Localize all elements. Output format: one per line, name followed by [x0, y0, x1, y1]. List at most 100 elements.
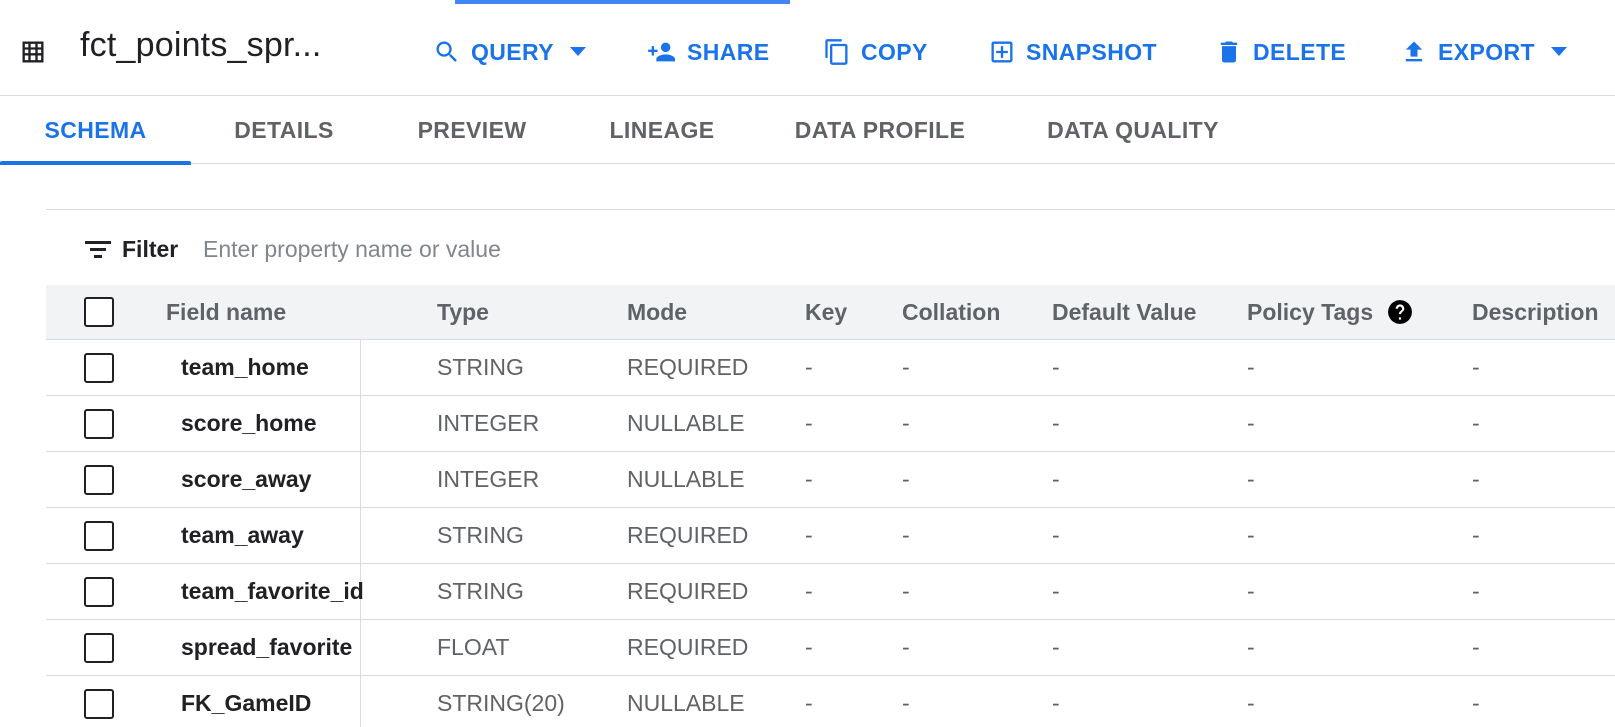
share-label: SHARE [687, 38, 770, 65]
query-label: QUERY [471, 38, 554, 65]
mode-cell: REQUIRED [627, 522, 749, 548]
copy-label: COPY [861, 38, 928, 65]
mode-cell: REQUIRED [627, 634, 749, 660]
tab-lineage[interactable]: LINEAGE [567, 96, 757, 164]
table-row: team_away STRING REQUIRED - - - - - [46, 508, 1615, 564]
column-header-type[interactable]: Type [437, 285, 489, 339]
filter-label: Filter [122, 235, 179, 262]
schema-table: Field name Type Mode Key Collation Defau… [46, 285, 1615, 727]
tab-data-quality[interactable]: DATA QUALITY [1003, 96, 1263, 164]
key-cell: - [805, 410, 813, 436]
table-row: FK_GameID STRING(20) NULLABLE - - - - - [46, 676, 1615, 727]
default-value-cell: - [1052, 578, 1060, 604]
table-row: spread_favorite FLOAT REQUIRED - - - - - [46, 620, 1615, 676]
type-cell: STRING(20) [437, 690, 565, 716]
description-cell: - [1472, 522, 1480, 548]
export-button[interactable]: EXPORT [1400, 32, 1567, 72]
filter-icon [85, 241, 111, 258]
search-icon [436, 41, 457, 62]
column-header-field-name[interactable]: Field name [166, 285, 286, 339]
description-cell: - [1472, 466, 1480, 492]
row-checkbox[interactable] [84, 464, 114, 495]
table-row: score_away INTEGER NULLABLE - - - - - [46, 452, 1615, 508]
table-row: score_home INTEGER NULLABLE - - - - - [46, 396, 1615, 452]
type-cell: STRING [437, 522, 524, 548]
snapshot-button[interactable]: SNAPSHOT [988, 32, 1157, 72]
key-cell: - [805, 634, 813, 660]
column-header-mode[interactable]: Mode [627, 285, 687, 339]
mode-cell: NULLABLE [627, 410, 745, 436]
filter-bar[interactable]: Filter [84, 232, 178, 266]
snapshot-label: SNAPSHOT [1026, 38, 1157, 65]
type-cell: STRING [437, 578, 524, 604]
row-checkbox[interactable] [84, 576, 114, 607]
row-checkbox[interactable] [84, 520, 114, 551]
policy-tags-cell: - [1247, 578, 1255, 604]
default-value-cell: - [1052, 466, 1060, 492]
tab-bar: SCHEMA DETAILS PREVIEW LINEAGE DATA PROF… [0, 96, 1615, 165]
policy-tags-cell: - [1247, 522, 1255, 548]
collation-cell: - [902, 634, 910, 660]
select-all-checkbox[interactable] [84, 297, 114, 327]
collation-cell: - [902, 522, 910, 548]
table-row: team_favorite_id STRING REQUIRED - - - -… [46, 564, 1615, 620]
row-checkbox[interactable] [84, 408, 114, 439]
mode-cell: REQUIRED [627, 354, 749, 380]
snapshot-icon [991, 41, 1013, 63]
copy-button[interactable]: COPY [823, 32, 928, 72]
row-checkbox[interactable] [84, 632, 114, 663]
tab-schema[interactable]: SCHEMA [0, 96, 191, 165]
mode-cell: NULLABLE [627, 466, 745, 492]
trash-icon [1220, 41, 1238, 63]
policy-tags-cell: - [1247, 690, 1255, 716]
tab-data-profile[interactable]: DATA PROFILE [757, 96, 1003, 164]
default-value-cell: - [1052, 634, 1060, 660]
description-cell: - [1472, 410, 1480, 436]
table-icon [22, 41, 44, 63]
panel-divider [46, 209, 1615, 210]
description-cell: - [1472, 690, 1480, 716]
policy-tags-cell: - [1247, 466, 1255, 492]
filter-input[interactable] [203, 232, 803, 266]
type-cell: STRING [437, 354, 524, 380]
column-header-default-value[interactable]: Default Value [1052, 285, 1196, 339]
query-button[interactable]: QUERY [433, 32, 586, 72]
policy-tags-cell: - [1247, 354, 1255, 380]
description-cell: - [1472, 634, 1480, 660]
key-cell: - [805, 466, 813, 492]
table-row: team_home STRING REQUIRED - - - - - [46, 340, 1615, 396]
table-header: Field name Type Mode Key Collation Defau… [46, 285, 1615, 340]
field-name-cell: FK_GameID [181, 690, 312, 716]
field-name-cell: score_away [181, 466, 312, 492]
column-header-collation[interactable]: Collation [902, 285, 1000, 339]
collation-cell: - [902, 690, 910, 716]
key-cell: - [805, 690, 813, 716]
row-checkbox[interactable] [84, 352, 114, 383]
delete-button[interactable]: DELETE [1215, 32, 1346, 72]
mode-cell: REQUIRED [627, 578, 749, 604]
column-header-key[interactable]: Key [805, 285, 847, 339]
default-value-cell: - [1052, 354, 1060, 380]
export-label: EXPORT [1438, 38, 1535, 65]
help-icon[interactable] [1387, 299, 1413, 325]
description-cell: - [1472, 354, 1480, 380]
row-checkbox[interactable] [84, 688, 114, 719]
field-name-cell: team_away [181, 522, 304, 548]
collation-cell: - [902, 466, 910, 492]
tab-details[interactable]: DETAILS [191, 96, 377, 164]
chevron-down-icon [569, 47, 586, 56]
delete-label: DELETE [1253, 38, 1347, 65]
share-button[interactable]: SHARE [645, 32, 770, 72]
column-header-policy-tags[interactable]: Policy Tags [1247, 285, 1413, 339]
collation-cell: - [902, 354, 910, 380]
tab-preview[interactable]: PREVIEW [377, 96, 567, 164]
column-header-description[interactable]: Description [1472, 285, 1599, 339]
type-cell: INTEGER [437, 410, 540, 436]
field-name-cell: score_home [181, 410, 317, 436]
upload-icon [1405, 41, 1423, 62]
key-cell: - [805, 522, 813, 548]
toolbar: fct_points_spr... QUERY SHARE COPY SNAPS… [0, 0, 1615, 96]
field-name-cell: spread_favorite [181, 634, 353, 660]
type-cell: INTEGER [437, 466, 540, 492]
default-value-cell: - [1052, 410, 1060, 436]
